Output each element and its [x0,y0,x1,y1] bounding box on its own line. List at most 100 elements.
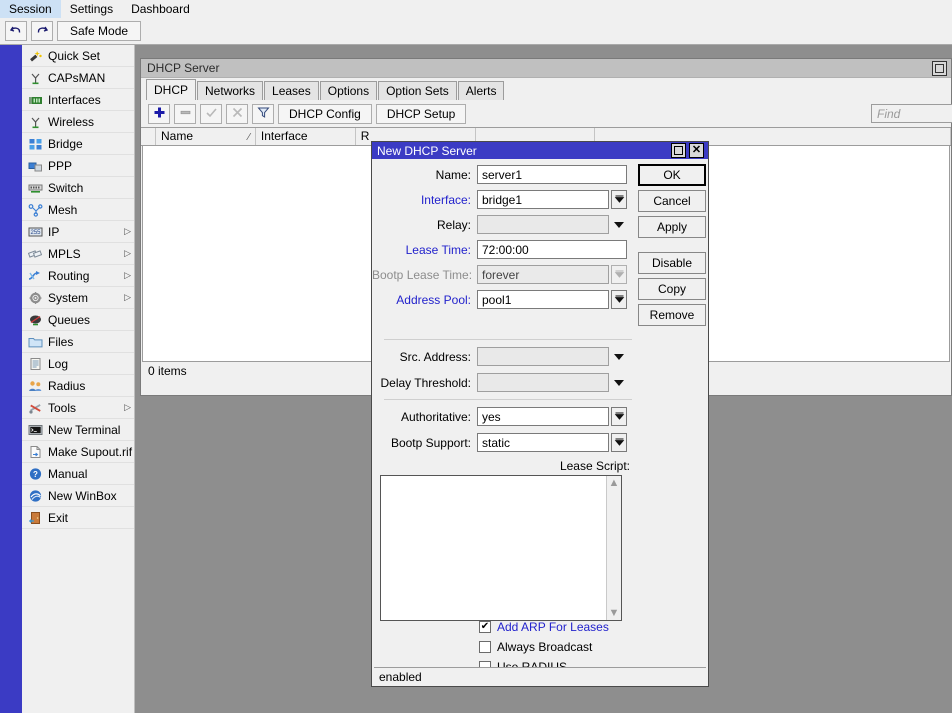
interface-dropdown-button[interactable] [611,190,627,209]
checkbox-always-broadcast[interactable] [479,641,491,653]
sidebar-item-mesh[interactable]: Mesh [22,199,134,221]
sidebar-item-new-winbox[interactable]: New WinBox [22,485,134,507]
maximize-icon[interactable] [932,60,947,76]
sidebar-item-system[interactable]: System ▷ [22,287,134,309]
tab-leases[interactable]: Leases [264,81,319,100]
chevron-down-icon[interactable]: ▼ [609,606,620,620]
src-address-input[interactable] [477,347,609,366]
sidebar-item-label: Interfaces [48,92,101,107]
app-toolbar: Safe Mode [0,18,952,45]
copy-button[interactable]: Copy [638,278,706,300]
redo-arrow-icon [35,25,49,37]
mpls-icon [26,246,44,262]
undo-button[interactable] [5,21,27,41]
switch-icon [26,180,44,196]
bootp-support-input[interactable]: static [477,433,609,452]
checkbox-row-always-broadcast[interactable]: Always Broadcast [479,640,592,654]
button-gap [638,242,706,252]
chevron-up-icon[interactable]: ▲ [609,476,620,490]
close-icon[interactable]: ✕ [689,143,704,158]
relay-input[interactable] [477,215,609,234]
lease-script-scrollbar[interactable]: ▲ ▼ [606,476,621,620]
interface-input[interactable]: bridge1 [477,190,609,209]
sidebar-item-capsman[interactable]: CAPsMAN [22,67,134,89]
dialog-titlebar[interactable]: New DHCP Server ✕ [372,142,708,159]
sidebar-item-wireless[interactable]: Wireless [22,111,134,133]
lease-script-textarea[interactable] [380,475,622,621]
sidebar-item-ppp[interactable]: PPP [22,155,134,177]
sidebar-item-quick-set[interactable]: Quick Set [22,45,134,67]
divider-1 [384,339,632,340]
redo-button[interactable] [31,21,53,41]
dhcp-window-title: DHCP Server [147,61,220,75]
sidebar-item-manual[interactable]: ? Manual [22,463,134,485]
sidebar-item-mpls[interactable]: MPLS ▷ [22,243,134,265]
bootp-support-dropdown-button[interactable] [611,433,627,452]
tab-options[interactable]: Options [319,81,378,100]
sidebar-item-files[interactable]: Files [22,331,134,353]
column-header-name[interactable]: Name ⁄ [156,128,256,145]
new-dhcp-server-dialog: New DHCP Server ✕ Name: server1 Interfac… [371,141,709,687]
delay-threshold-dropdown-button[interactable] [611,373,627,392]
sidebar-item-label: System [48,290,89,305]
tab-alerts[interactable]: Alerts [457,81,505,100]
sidebar-item-tools[interactable]: Tools ▷ [22,397,134,419]
bootp-lease-time-dropdown-button[interactable] [611,265,627,284]
dialog-button-column: OK Cancel Apply Disable Copy Remove [638,164,706,330]
sidebar-item-new-terminal[interactable]: New Terminal [22,419,134,441]
delay-threshold-input[interactable] [477,373,609,392]
menu-item-session[interactable]: Session [0,0,61,18]
filter-button[interactable] [252,103,274,124]
address-pool-dropdown-button[interactable] [611,290,627,309]
checkbox-row-add-arp-for-leases[interactable]: ✔ Add ARP For Leases [479,620,609,634]
tools-icon [26,400,44,416]
add-button[interactable] [148,103,170,124]
sidebar-item-routing[interactable]: Routing ▷ [22,265,134,287]
winbox-app-window: Session Settings Dashboard Safe Mode Qui… [0,0,952,713]
remove-button[interactable] [174,103,196,124]
tab-dhcp[interactable]: DHCP [146,79,197,100]
src-address-dropdown-button[interactable] [611,347,627,366]
sidebar-item-log[interactable]: Log [22,353,134,375]
safe-mode-button[interactable]: Safe Mode [57,21,142,41]
menu-item-settings[interactable]: Settings [61,0,122,18]
tab-networks[interactable]: Networks [197,81,264,100]
apply-button[interactable]: Apply [638,216,706,238]
disable-button[interactable]: Disable [638,252,706,274]
sidebar-item-radius[interactable]: Radius [22,375,134,397]
remove-button[interactable]: Remove [638,304,706,326]
sidebar-item-exit[interactable]: Exit [22,507,134,529]
restore-icon[interactable] [671,143,686,158]
field-row-delay-threshold: Delay Threshold: [372,372,632,393]
chevron-right-icon: ▷ [124,402,131,412]
sidebar-item-interfaces[interactable]: Interfaces [22,89,134,111]
sidebar-item-make-supout-rif[interactable]: Make Supout.rif [22,441,134,463]
sidebar-item-ip[interactable]: 255 IP ▷ [22,221,134,243]
checkbox-add-arp-for-leases[interactable]: ✔ [479,621,491,633]
sidebar-item-queues[interactable]: Queues [22,309,134,331]
disable-button[interactable] [226,103,248,124]
bootp-lease-time-input[interactable]: forever [477,265,609,284]
ok-button[interactable]: OK [638,164,706,186]
sidebar-item-bridge[interactable]: Bridge [22,133,134,155]
enable-button[interactable] [200,103,222,124]
dhcp-config-button[interactable]: DHCP Config [278,103,372,124]
name-input[interactable]: server1 [477,165,627,184]
authoritative-input[interactable]: yes [477,407,609,426]
authoritative-dropdown-button[interactable] [611,407,627,426]
tab-option-sets[interactable]: Option Sets [378,81,457,100]
relay-dropdown-button[interactable] [611,215,627,234]
dhcp-window-titlebar[interactable]: DHCP Server [141,59,951,78]
undo-arrow-icon [9,25,23,37]
column-header-interface[interactable]: Interface [256,128,356,145]
dhcp-setup-button[interactable]: DHCP Setup [375,103,467,124]
address-pool-input[interactable]: pool1 [477,290,609,309]
chevron-right-icon: ▷ [124,292,131,302]
sidebar-item-switch[interactable]: Switch [22,177,134,199]
divider-2 [384,399,632,400]
cancel-button[interactable]: Cancel [638,190,706,212]
lease-time-input[interactable]: 72:00:00 [477,240,627,259]
search-input[interactable]: Find [871,104,952,123]
menu-item-dashboard[interactable]: Dashboard [122,0,199,18]
sidebar-item-label: MPLS [48,246,81,261]
